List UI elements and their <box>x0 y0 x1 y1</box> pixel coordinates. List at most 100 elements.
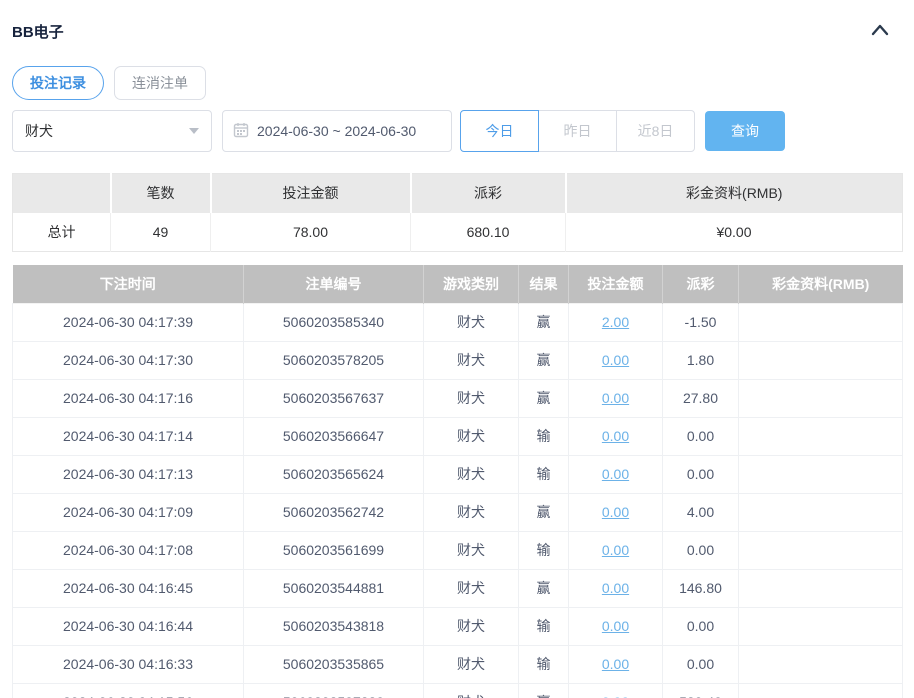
bet-time-cell: 2024-06-30 04:17:16 <box>12 379 244 418</box>
game-type-cell: 财犬 <box>423 455 519 494</box>
bet-amount-link[interactable]: 0.00 <box>602 580 629 596</box>
table-row: 2024-06-30 04:17:39 5060203585340 财犬 赢 2… <box>12 302 903 342</box>
bonus-cell <box>738 379 903 418</box>
table-row: 2024-06-30 04:17:16 5060203567637 财犬 赢 0… <box>12 379 903 418</box>
date-range-value: 2024-06-30 ~ 2024-06-30 <box>257 123 417 139</box>
header-game-type: 游戏类别 <box>423 265 519 303</box>
summary-table: 笔数 投注金额 派彩 彩金资料(RMB) 总计 49 78.00 680.10 … <box>12 173 903 252</box>
summary-total-bet-amount: 78.00 <box>210 212 411 252</box>
today-button[interactable]: 今日 <box>460 110 539 152</box>
header-payout: 派彩 <box>662 265 739 303</box>
payout-cell: 27.80 <box>662 379 739 418</box>
bet-time-cell: 2024-06-30 04:17:14 <box>12 417 244 456</box>
bet-id-cell: 5060203567637 <box>243 379 424 418</box>
header-bet-id: 注单编号 <box>243 265 424 303</box>
table-row: 2024-06-30 04:16:44 5060203543818 财犬 输 0… <box>12 607 903 646</box>
summary-total-row: 总计 49 78.00 680.10 ¥0.00 <box>12 212 903 252</box>
result-cell: 输 <box>518 645 569 684</box>
tab-bet-records[interactable]: 投注记录 <box>12 66 104 100</box>
bet-amount-link[interactable]: 0.00 <box>602 352 629 368</box>
calendar-icon <box>233 122 249 141</box>
table-row: 2024-06-30 04:16:33 5060203535865 财犬 输 0… <box>12 645 903 684</box>
bet-id-cell: 5060203566647 <box>243 417 424 456</box>
last-8-days-button[interactable]: 近8日 <box>616 110 695 152</box>
bet-time-cell: 2024-06-30 04:17:39 <box>12 302 244 342</box>
result-cell: 输 <box>518 607 569 646</box>
game-type-cell: 财犬 <box>423 302 519 342</box>
summary-header-payout: 派彩 <box>410 173 567 213</box>
bonus-cell <box>738 455 903 494</box>
header-bet-amount: 投注金额 <box>568 265 663 303</box>
bet-id-cell: 5060203561699 <box>243 531 424 570</box>
bet-amount-cell: 0.00 <box>568 455 663 494</box>
bet-amount-cell: 0.00 <box>568 417 663 456</box>
bet-amount-link[interactable]: 0.00 <box>602 542 629 558</box>
bet-amount-cell: 0.00 <box>568 645 663 684</box>
summary-header-bonus: 彩金资料(RMB) <box>565 173 903 213</box>
bet-amount-cell: 0.00 <box>568 569 663 608</box>
bet-amount-link[interactable]: 0.00 <box>602 390 629 406</box>
bet-table: 下注时间 注单编号 游戏类别 结果 投注金额 派彩 彩金资料(RMB) 2024… <box>12 265 903 698</box>
panel-header: BB电子 <box>12 20 902 42</box>
summary-total-label: 总计 <box>12 212 111 252</box>
bet-time-cell: 2024-06-30 04:17:30 <box>12 341 244 380</box>
bet-time-cell: 2024-06-30 04:16:33 <box>12 645 244 684</box>
payout-cell: 1.80 <box>662 341 739 380</box>
game-type-cell: 财犬 <box>423 417 519 456</box>
bet-amount-link[interactable]: 0.00 <box>602 466 629 482</box>
bonus-cell <box>738 341 903 380</box>
game-type-cell: 财犬 <box>423 683 519 698</box>
bet-id-cell: 5060203544881 <box>243 569 424 608</box>
game-type-cell: 财犬 <box>423 341 519 380</box>
result-cell: 赢 <box>518 493 569 532</box>
bet-amount-link[interactable]: 0.00 <box>602 428 629 444</box>
summary-header-bet-amount: 投注金额 <box>210 173 412 213</box>
search-button[interactable]: 查询 <box>705 111 785 151</box>
bet-table-body: 2024-06-30 04:17:39 5060203585340 财犬 赢 2… <box>12 302 903 698</box>
collapse-panel-button[interactable] <box>866 20 894 42</box>
bet-amount-cell: 2.00 <box>568 302 663 342</box>
summary-header-count: 笔数 <box>110 173 212 213</box>
bet-id-cell: 5060203543818 <box>243 607 424 646</box>
table-row: 2024-06-30 04:15:56 5060203507280 财犬 赢 0… <box>12 683 903 698</box>
date-range-input[interactable]: 2024-06-30 ~ 2024-06-30 <box>222 110 452 152</box>
payout-cell: 4.00 <box>662 493 739 532</box>
result-cell: 赢 <box>518 341 569 380</box>
header-bet-time: 下注时间 <box>12 265 244 303</box>
bet-time-cell: 2024-06-30 04:17:13 <box>12 455 244 494</box>
header-bonus: 彩金资料(RMB) <box>738 265 903 303</box>
bet-table-header-row: 下注时间 注单编号 游戏类别 结果 投注金额 派彩 彩金资料(RMB) <box>12 265 903 303</box>
game-type-cell: 财犬 <box>423 531 519 570</box>
payout-cell: 0.00 <box>662 455 739 494</box>
bet-id-cell: 5060203585340 <box>243 302 424 342</box>
result-cell: 赢 <box>518 683 569 698</box>
result-cell: 赢 <box>518 379 569 418</box>
bet-time-cell: 2024-06-30 04:15:56 <box>12 683 244 698</box>
bet-time-cell: 2024-06-30 04:17:09 <box>12 493 244 532</box>
result-cell: 赢 <box>518 569 569 608</box>
table-row: 2024-06-30 04:16:45 5060203544881 财犬 赢 0… <box>12 569 903 608</box>
bonus-cell <box>738 645 903 684</box>
result-cell: 输 <box>518 455 569 494</box>
bet-amount-link[interactable]: 0.00 <box>602 504 629 520</box>
bonus-cell <box>738 417 903 456</box>
game-type-cell: 财犬 <box>423 493 519 532</box>
bet-amount-cell: 0.00 <box>568 341 663 380</box>
game-select[interactable]: 财犬 <box>12 110 212 152</box>
bonus-cell <box>738 607 903 646</box>
chevron-up-icon <box>870 23 890 40</box>
tab-cancelled-bets[interactable]: 连消注单 <box>114 66 206 100</box>
bet-amount-link[interactable]: 0.00 <box>602 618 629 634</box>
payout-cell: 0.00 <box>662 417 739 456</box>
bet-amount-link[interactable]: 0.00 <box>602 694 629 698</box>
table-row: 2024-06-30 04:17:08 5060203561699 财犬 输 0… <box>12 531 903 570</box>
tab-bar: 投注记录 连消注单 <box>12 66 902 100</box>
table-row: 2024-06-30 04:17:13 5060203565624 财犬 输 0… <box>12 455 903 494</box>
yesterday-button[interactable]: 昨日 <box>538 110 617 152</box>
bet-amount-link[interactable]: 2.00 <box>602 314 629 330</box>
game-type-cell: 财犬 <box>423 569 519 608</box>
result-cell: 输 <box>518 417 569 456</box>
filter-row: 财犬 2024-06-30 ~ 2024-06-30 今日 昨日 近8日 查询 <box>12 110 902 152</box>
bet-id-cell: 5060203565624 <box>243 455 424 494</box>
bet-amount-link[interactable]: 0.00 <box>602 656 629 672</box>
